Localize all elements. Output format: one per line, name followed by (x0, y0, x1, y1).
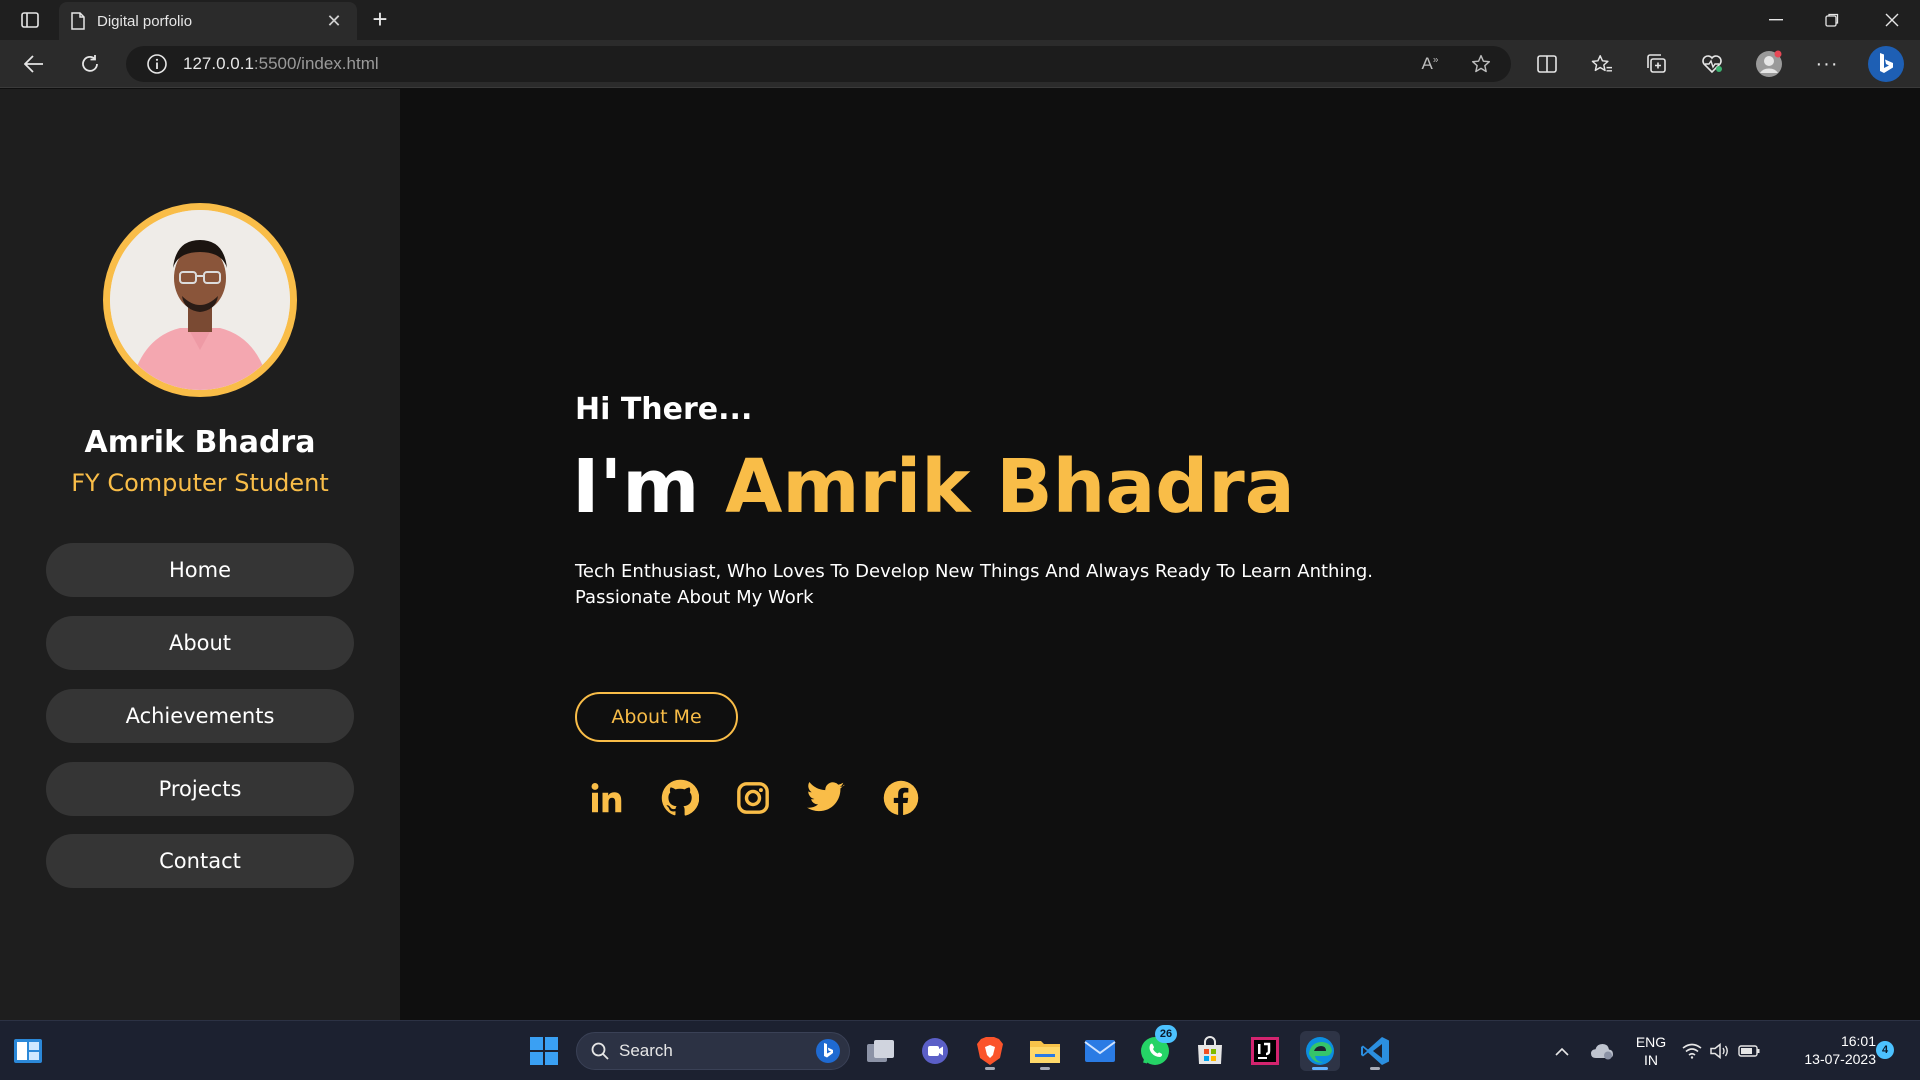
browser-essentials-icon[interactable] (1696, 48, 1728, 80)
restore-button[interactable] (1804, 0, 1860, 40)
whatsapp-icon[interactable]: 26 (1135, 1025, 1177, 1071)
linkedin-icon[interactable] (585, 776, 629, 820)
nav-achievements-button[interactable]: Achievements (46, 689, 354, 743)
page-icon (71, 12, 85, 30)
nav-contact-button[interactable]: Contact (46, 834, 354, 888)
search-icon (591, 1042, 609, 1060)
favorite-star-icon[interactable] (1465, 48, 1497, 80)
active-indicator (1312, 1067, 1328, 1070)
refresh-icon[interactable] (74, 48, 106, 80)
running-indicator (1040, 1067, 1050, 1070)
quick-settings-tray[interactable] (1676, 1031, 1766, 1071)
clock[interactable]: 16:01 13-07-2023 (1776, 1032, 1876, 1068)
hero-bio: Tech Enthusiast, Who Loves To Develop Ne… (575, 561, 1374, 608)
edge-browser-icon[interactable] (1300, 1031, 1340, 1071)
close-tab-icon[interactable]: ✕ (323, 11, 345, 32)
search-label: Search (619, 1041, 673, 1060)
more-menu-icon[interactable]: ··· (1811, 48, 1843, 80)
collections-icon[interactable] (1641, 48, 1673, 80)
about-me-button[interactable]: About Me (575, 692, 738, 742)
site-info-icon[interactable] (146, 53, 168, 75)
minimize-button[interactable] (1748, 0, 1804, 40)
read-aloud-icon[interactable]: A» (1414, 48, 1446, 80)
brave-browser-icon[interactable] (970, 1031, 1010, 1071)
profile-avatar-icon[interactable] (1753, 48, 1785, 80)
browser-tab[interactable]: Digital porfolio ✕ (59, 2, 357, 40)
taskbar-search[interactable]: Search (576, 1032, 850, 1070)
whatsapp-badge: 26 (1155, 1025, 1177, 1043)
file-explorer-icon[interactable] (1025, 1031, 1065, 1071)
hero-headline: I'm Amrik Bhadra (572, 444, 1295, 530)
tab-actions-icon[interactable] (14, 8, 46, 32)
vscode-icon[interactable] (1355, 1031, 1395, 1071)
address-bar[interactable]: 127.0.0.1:5500/index.html (126, 46, 1511, 82)
running-indicator (1370, 1067, 1380, 1070)
onedrive-cloud-icon[interactable] (1582, 1031, 1622, 1071)
notification-badge[interactable]: 4 (1876, 1041, 1894, 1059)
battery-icon (1738, 1045, 1760, 1057)
split-screen-icon[interactable] (1531, 48, 1563, 80)
url-text[interactable]: 127.0.0.1:5500/index.html (183, 54, 379, 74)
portfolio-page: Amrik Bhadra FY Computer Student Home Ab… (0, 89, 1920, 1020)
back-icon[interactable] (18, 48, 50, 80)
windows-taskbar: Search 26 ENG IN 16:01 13-07-2023 4 (0, 1020, 1920, 1080)
clock-date: 13-07-2023 (1804, 1051, 1876, 1067)
github-icon[interactable] (658, 776, 702, 820)
start-button[interactable] (524, 1031, 564, 1071)
hero-section: Hi There... I'm Amrik Bhadra Tech Enthus… (400, 89, 1920, 1020)
profile-role: FY Computer Student (71, 469, 329, 497)
close-window-button[interactable] (1864, 0, 1920, 40)
task-view-icon[interactable] (861, 1031, 901, 1071)
facebook-icon[interactable] (879, 776, 923, 820)
nav-about-button[interactable]: About (46, 616, 354, 670)
hero-name: Amrik Bhadra (725, 444, 1295, 530)
show-hidden-icons-icon[interactable] (1542, 1031, 1582, 1071)
tab-title: Digital porfolio (97, 12, 193, 30)
browser-toolbar: 127.0.0.1:5500/index.html A» ··· (0, 40, 1920, 88)
favorites-icon[interactable] (1586, 48, 1618, 80)
browser-tab-bar: Digital porfolio ✕ + (0, 0, 1920, 40)
sidebar: Amrik Bhadra FY Computer Student Home Ab… (0, 89, 400, 1020)
widgets-icon[interactable] (8, 1031, 48, 1071)
mail-icon[interactable] (1080, 1031, 1120, 1071)
wifi-icon (1682, 1043, 1702, 1059)
language-indicator[interactable]: ENG IN (1628, 1033, 1674, 1069)
teams-chat-icon[interactable] (915, 1031, 955, 1071)
microsoft-store-icon[interactable] (1190, 1031, 1230, 1071)
hero-im: I'm (572, 444, 726, 530)
bing-icon (816, 1039, 840, 1063)
new-tab-button[interactable]: + (366, 6, 394, 34)
running-indicator (985, 1067, 995, 1070)
hero-greeting: Hi There... (575, 392, 753, 427)
nav-home-button[interactable]: Home (46, 543, 354, 597)
nav-projects-button[interactable]: Projects (46, 762, 354, 816)
profile-photo (103, 203, 297, 397)
instagram-icon[interactable] (731, 776, 775, 820)
twitter-icon[interactable] (804, 776, 848, 820)
intellij-idea-icon[interactable] (1245, 1031, 1285, 1071)
bing-copilot-icon[interactable] (1866, 44, 1906, 84)
clock-time: 16:01 (1840, 1033, 1876, 1049)
volume-icon (1710, 1043, 1728, 1059)
profile-name: Amrik Bhadra (84, 425, 316, 460)
